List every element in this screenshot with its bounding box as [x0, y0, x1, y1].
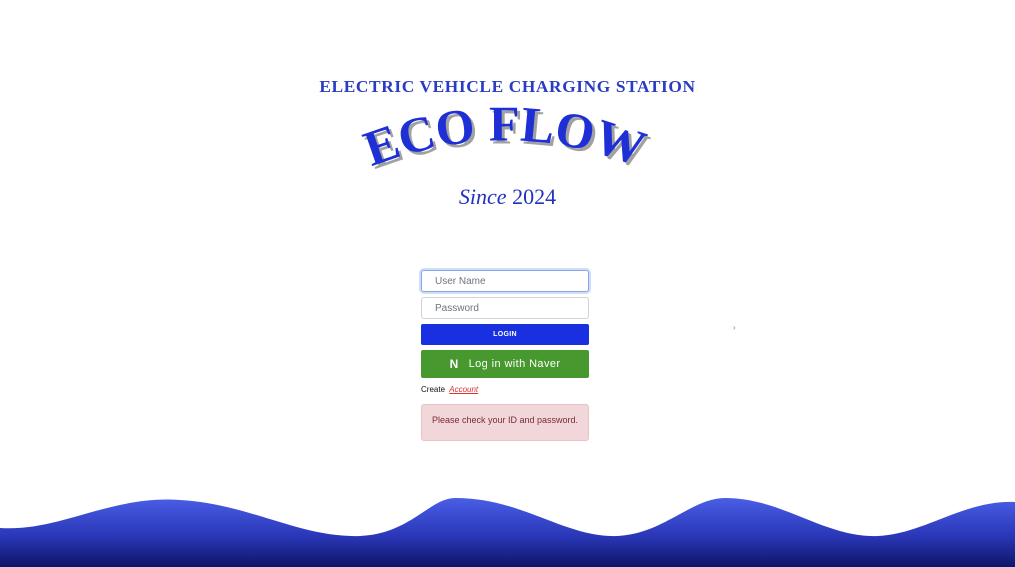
wave-decoration [0, 498, 1015, 567]
naver-login-label: Log in with Naver [468, 358, 561, 370]
since-label: Since 2024 [0, 184, 1015, 210]
login-form: LOGIN N Log in with Naver Create Account… [421, 270, 589, 441]
password-input[interactable] [421, 297, 589, 319]
login-error-alert: Please check your ID and password. [421, 404, 589, 441]
mouse-cursor-icon: › [733, 323, 736, 332]
logo-text: ECO FLOW [357, 95, 653, 176]
create-account-link[interactable]: Account [449, 385, 478, 394]
since-year: 2024 [512, 184, 557, 209]
naver-icon: N [449, 357, 459, 371]
create-text: Create [421, 385, 446, 394]
username-input[interactable] [421, 270, 589, 292]
since-word: Since [458, 184, 507, 209]
eco-flow-logo: ECO FLOW ECO FLOW [357, 95, 656, 179]
create-account-row: Create Account [421, 385, 589, 394]
login-page: ELECTRIC VEHICLE CHARGING STATION ECO FL… [0, 0, 1015, 567]
station-subtitle: ELECTRIC VEHICLE CHARGING STATION [319, 77, 696, 96]
login-button[interactable]: LOGIN [421, 324, 589, 345]
svg-text:ECO FLOW: ECO FLOW [357, 95, 653, 176]
naver-login-button[interactable]: N Log in with Naver [421, 350, 589, 378]
